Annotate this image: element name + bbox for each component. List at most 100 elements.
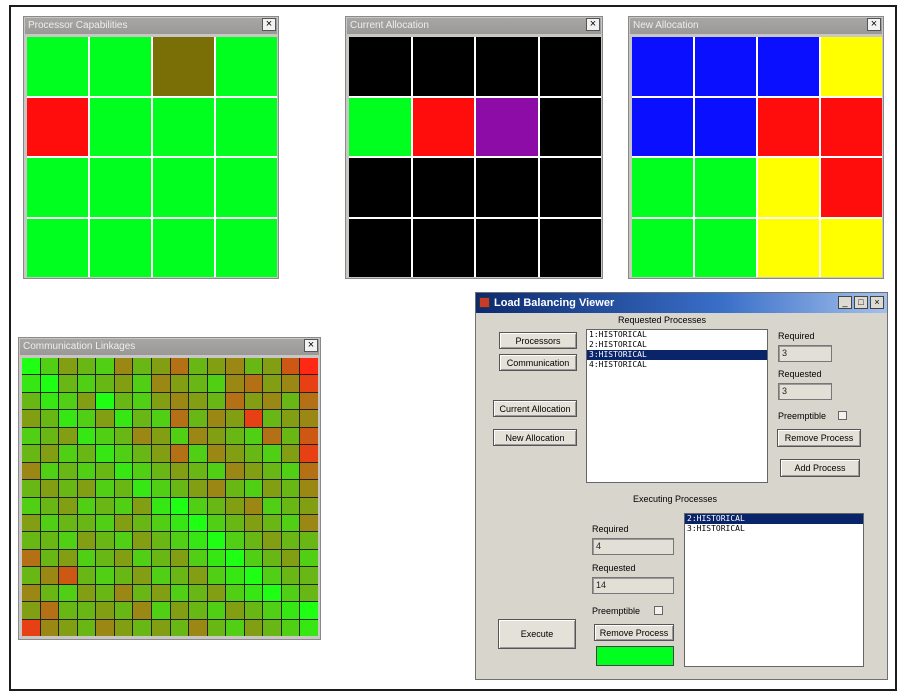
- communication-linkages-titlebar[interactable]: Communication Linkages: [20, 339, 319, 355]
- link-cell: [114, 584, 133, 602]
- link-cell: [96, 514, 114, 532]
- link-cell: [263, 462, 281, 480]
- link-cell: [207, 427, 226, 445]
- link-cell: [170, 584, 189, 602]
- link-cell: [263, 445, 281, 462]
- requested-field-bottom[interactable]: 14: [592, 577, 674, 594]
- new-allocation-titlebar[interactable]: New Allocation: [630, 18, 882, 34]
- maximize-icon[interactable]: □: [854, 296, 868, 309]
- link-cell: [59, 427, 77, 445]
- link-cell: [300, 584, 318, 602]
- list-item[interactable]: 3:HISTORICAL: [685, 524, 863, 534]
- link-cell: [281, 427, 300, 445]
- current-allocation-button[interactable]: Current Allocation: [493, 400, 577, 417]
- remove-process-button-bottom[interactable]: Remove Process: [594, 624, 674, 641]
- link-cell: [300, 567, 318, 584]
- link-cell: [151, 427, 170, 445]
- link-cell: [244, 392, 263, 410]
- allocation-cell: [349, 218, 411, 277]
- allocation-cell: [412, 218, 474, 277]
- link-cell: [59, 392, 77, 410]
- link-cell: [40, 549, 59, 567]
- processor-cell: [27, 158, 88, 217]
- link-cell: [300, 602, 318, 619]
- link-cell: [96, 497, 114, 514]
- link-cell: [300, 532, 318, 549]
- execute-button[interactable]: Execute: [498, 619, 576, 649]
- link-cell: [151, 375, 170, 392]
- requested-label-top: Requested: [778, 369, 822, 379]
- processor-cell: [90, 97, 151, 156]
- link-cell: [244, 375, 263, 392]
- link-cell: [59, 375, 77, 392]
- link-cell: [207, 567, 226, 584]
- preemptible-label-bottom: Preemptible: [592, 606, 641, 616]
- processors-button[interactable]: Processors: [499, 332, 577, 349]
- link-cell: [77, 375, 96, 392]
- link-cell: [114, 549, 133, 567]
- link-cell: [170, 497, 189, 514]
- close-icon[interactable]: ×: [262, 18, 276, 31]
- minimize-icon[interactable]: _: [838, 296, 852, 309]
- link-cell: [207, 532, 226, 549]
- executing-processes-list[interactable]: 2:HISTORICAL 3:HISTORICAL: [684, 513, 864, 667]
- close-icon[interactable]: ×: [304, 339, 318, 352]
- link-cell: [77, 602, 96, 619]
- close-icon[interactable]: ×: [867, 18, 881, 31]
- link-cell: [189, 427, 207, 445]
- requested-processes-list[interactable]: 1:HISTORICAL 2:HISTORICAL 3:HISTORICAL 4:HI…: [586, 329, 768, 483]
- link-cell: [133, 410, 151, 427]
- required-field-bottom[interactable]: 4: [592, 538, 674, 555]
- link-cell: [96, 392, 114, 410]
- list-item[interactable]: 2:HISTORICAL: [685, 514, 863, 524]
- link-cell: [281, 462, 300, 480]
- link-cell: [189, 392, 207, 410]
- link-cell: [133, 497, 151, 514]
- remove-process-button-top[interactable]: Remove Process: [777, 429, 861, 447]
- requested-field-top[interactable]: 3: [778, 383, 832, 400]
- processor-capabilities-titlebar[interactable]: Processor Capabilities: [25, 18, 277, 34]
- link-cell: [133, 532, 151, 549]
- link-cell: [281, 619, 300, 636]
- processor-cell: [153, 97, 214, 156]
- processor-capabilities-title: Processor Capabilities: [28, 20, 128, 31]
- link-cell: [114, 410, 133, 427]
- link-cell: [133, 462, 151, 480]
- processor-cell: [153, 37, 214, 96]
- list-item[interactable]: 1:HISTORICAL: [587, 330, 767, 340]
- communication-button[interactable]: Communication: [499, 354, 577, 371]
- link-cell: [77, 410, 96, 427]
- list-item[interactable]: 2:HISTORICAL: [587, 340, 767, 350]
- lbv-titlebar[interactable]: Load Balancing Viewer: [476, 293, 887, 313]
- link-cell: [263, 514, 281, 532]
- link-cell: [244, 358, 263, 375]
- link-cell: [207, 445, 226, 462]
- current-allocation-titlebar[interactable]: Current Allocation: [347, 18, 601, 34]
- list-item[interactable]: 4:HISTORICAL: [587, 360, 767, 370]
- preemptible-checkbox-top[interactable]: [838, 411, 847, 420]
- close-icon[interactable]: ×: [586, 18, 600, 31]
- link-cell: [114, 567, 133, 584]
- link-cell: [59, 462, 77, 480]
- close-icon[interactable]: ×: [870, 296, 884, 309]
- link-cell: [96, 567, 114, 584]
- link-cell: [133, 358, 151, 375]
- link-cell: [226, 619, 244, 636]
- link-cell: [189, 514, 207, 532]
- preemptible-checkbox-bottom[interactable]: [654, 606, 663, 615]
- link-cell: [114, 392, 133, 410]
- link-cell: [40, 567, 59, 584]
- link-cell: [263, 549, 281, 567]
- list-item[interactable]: 3:HISTORICAL: [587, 350, 767, 360]
- link-cell: [244, 410, 263, 427]
- link-cell: [22, 584, 40, 602]
- new-allocation-button[interactable]: New Allocation: [493, 429, 577, 446]
- link-cell: [226, 567, 244, 584]
- link-cell: [189, 497, 207, 514]
- link-cell: [151, 619, 170, 636]
- allocation-cell: [349, 97, 411, 156]
- link-cell: [133, 480, 151, 497]
- link-cell: [189, 462, 207, 480]
- add-process-button[interactable]: Add Process: [780, 459, 860, 477]
- required-field-top[interactable]: 3: [778, 345, 832, 362]
